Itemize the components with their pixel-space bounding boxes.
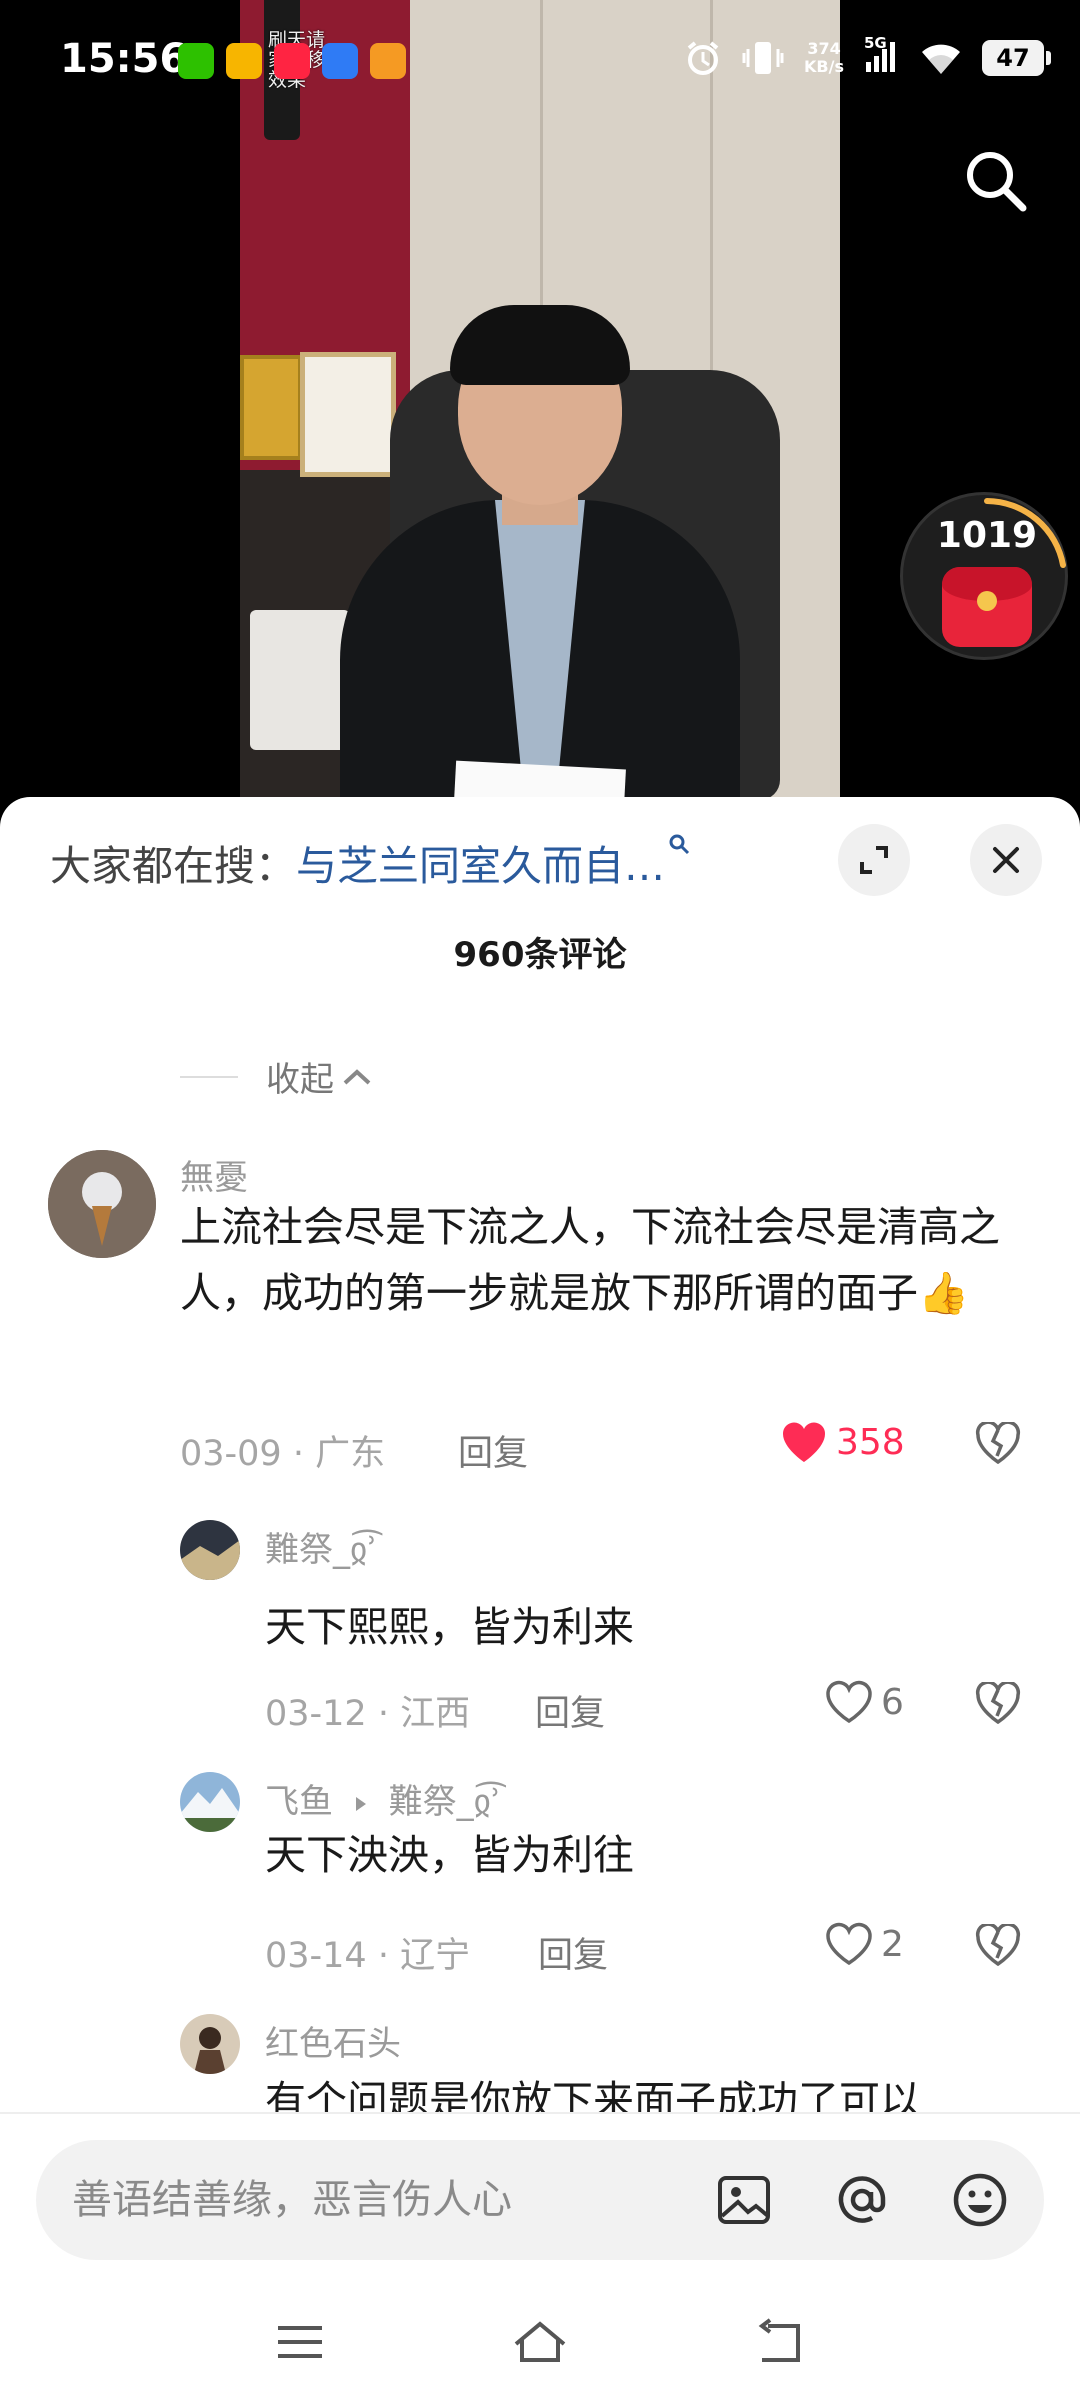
back-icon[interactable] xyxy=(750,2312,810,2372)
weibo-icon xyxy=(226,43,262,79)
comment-text: 上流社会尽是下流之人，下流社会尽是清高之人，成功的第一步就是放下那所谓的面子👍 xyxy=(180,1203,1000,1317)
chevron-up-icon xyxy=(343,1068,371,1084)
username[interactable]: 红色石头 xyxy=(265,2016,401,2065)
expand-icon xyxy=(860,846,888,874)
heart-outline-icon xyxy=(826,1680,872,1724)
like-count: 2 xyxy=(881,1923,904,1965)
like-count: 358 xyxy=(836,1421,905,1463)
cellular-signal-icon: 5G xyxy=(864,34,900,78)
reply-button[interactable]: 回复 xyxy=(458,1425,528,1476)
hot-search-prefix: 大家都在搜： xyxy=(50,842,296,890)
red-packet-count: 1019 xyxy=(936,515,1038,556)
divider xyxy=(180,1075,238,1078)
red-packet-widget[interactable]: 1019 xyxy=(900,492,1068,660)
search-icon[interactable] xyxy=(960,145,1030,215)
close-icon xyxy=(993,847,1019,873)
wifi-icon xyxy=(922,44,960,74)
menu-icon[interactable] xyxy=(270,2312,330,2372)
reply-button[interactable]: 回复 xyxy=(538,1927,608,1978)
like-button[interactable]: 6 xyxy=(825,1680,904,1724)
username: 飞鱼 難祭_ჲ͡ʾ xyxy=(265,1774,501,1823)
close-button[interactable] xyxy=(970,824,1042,896)
reply-arrow-icon xyxy=(355,1796,366,1811)
alarm-icon xyxy=(687,41,719,75)
dislike-icon[interactable] xyxy=(975,1682,1021,1724)
heart-outline-icon xyxy=(826,1922,872,1966)
reply-author[interactable]: 飞鱼 xyxy=(265,1782,333,1822)
comment-meta: 03-14 · 辽宁 xyxy=(265,1936,471,1976)
comment-sheet: 大家都在搜：与芝兰同室久而自… 960条评论 收起 無憂 上流社会尽是下流之人，… xyxy=(0,797,1080,2408)
comment-count: 960条评论 xyxy=(453,935,627,975)
video-player[interactable]: 刷天请 家转移 效果 xyxy=(0,0,1080,800)
video-app-icon xyxy=(370,43,406,79)
xiaohongshu-icon xyxy=(274,43,310,79)
system-status: 374 KB/s 5G 47 xyxy=(684,34,1051,78)
avatar[interactable] xyxy=(180,1520,240,1580)
system-nav-bar xyxy=(0,2300,1080,2408)
avatar[interactable] xyxy=(180,1772,240,1832)
image-icon[interactable] xyxy=(714,2170,774,2230)
expand-button[interactable] xyxy=(838,824,910,896)
battery-indicator: 47 xyxy=(982,40,1051,76)
wechat-icon xyxy=(178,43,214,79)
collapse-replies-button[interactable]: 收起 xyxy=(180,1052,372,1101)
comment-text: 天下泱泱，皆为利往 xyxy=(265,1831,634,1879)
home-icon[interactable] xyxy=(510,2312,570,2372)
reply-button[interactable]: 回复 xyxy=(535,1685,605,1736)
emoji-icon[interactable] xyxy=(950,2170,1010,2230)
comment-meta: 03-12 · 江西 xyxy=(265,1694,471,1734)
network-speed: 374 KB/s xyxy=(804,39,844,76)
comment-input[interactable] xyxy=(72,2174,692,2226)
status-bar: 15:56 374 KB/s 5G 47 xyxy=(0,0,1080,120)
notification-icons xyxy=(178,43,406,79)
comment-meta: 03-09 · 广东 xyxy=(180,1434,386,1474)
video-frame xyxy=(240,0,840,800)
hot-search-term[interactable]: 与芝兰同室久而自… xyxy=(296,842,665,890)
username[interactable]: 無憂 xyxy=(180,1150,248,1199)
dislike-icon[interactable] xyxy=(975,1924,1021,1966)
hot-search-bar[interactable]: 大家都在搜：与芝兰同室久而自… xyxy=(50,832,691,892)
message-icon xyxy=(322,43,358,79)
comment-text: 天下熙熙，皆为利来 xyxy=(265,1603,634,1651)
avatar[interactable] xyxy=(48,1150,156,1258)
at-mention-icon[interactable] xyxy=(832,2170,892,2230)
username[interactable]: 難祭_ჲ͡ʾ xyxy=(265,1522,378,1571)
heart-filled-icon xyxy=(782,1422,826,1462)
like-count: 6 xyxy=(881,1681,904,1723)
like-button[interactable]: 358 xyxy=(780,1420,905,1464)
status-time: 15:56 xyxy=(60,36,188,82)
reply-target[interactable]: 難祭_ჲ͡ʾ xyxy=(389,1782,502,1822)
avatar[interactable] xyxy=(180,2014,240,2074)
comment-input-container[interactable] xyxy=(36,2140,1044,2260)
red-envelope-icon xyxy=(942,567,1032,647)
like-button[interactable]: 2 xyxy=(825,1922,904,1966)
search-small-icon xyxy=(669,834,690,855)
dislike-icon[interactable] xyxy=(975,1422,1021,1464)
vibrate-icon xyxy=(742,42,784,74)
